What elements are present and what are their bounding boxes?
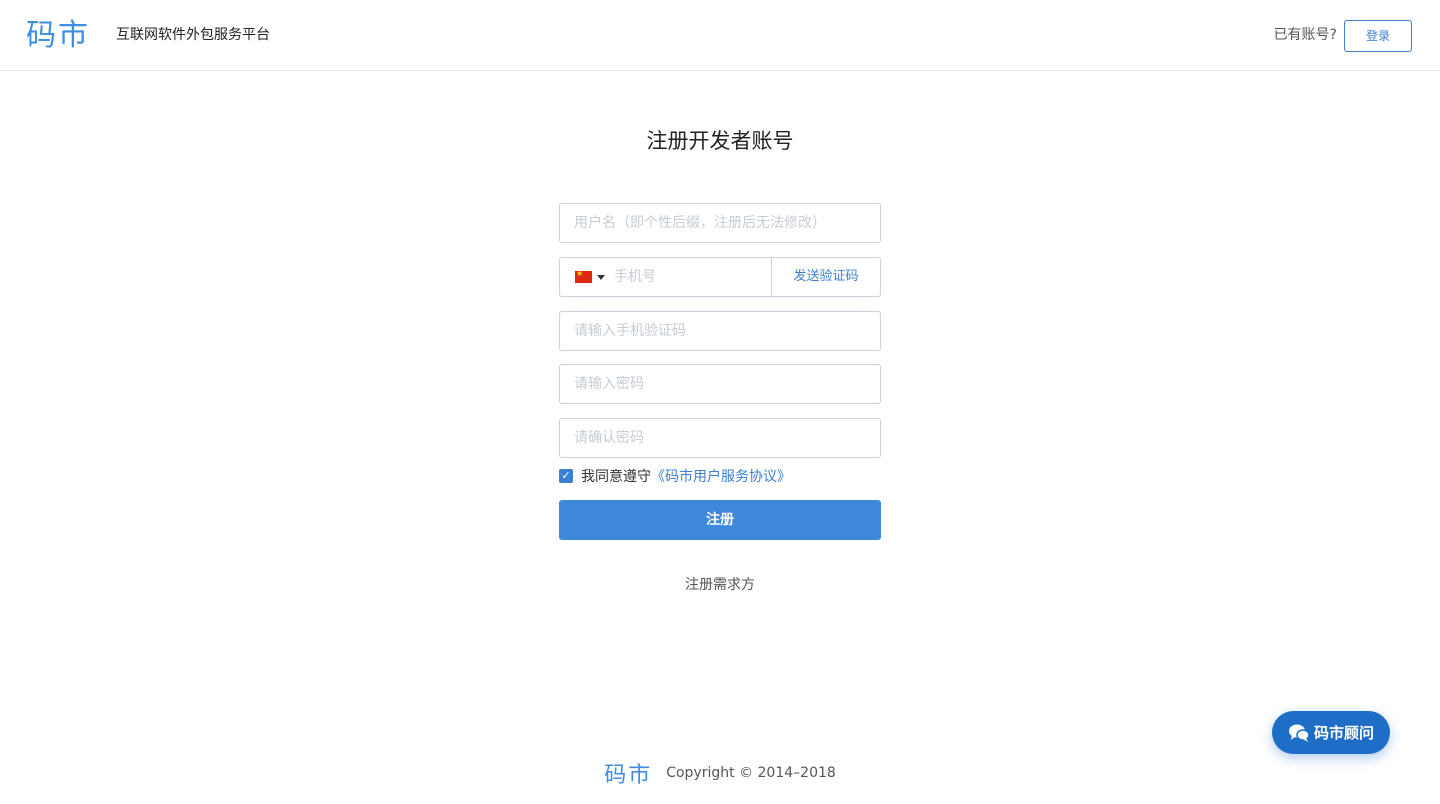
caret-down-icon [597, 274, 605, 280]
login-button[interactable]: 登录 [1344, 20, 1412, 52]
chat-bubbles-icon [1288, 724, 1310, 742]
site-tagline: 互联网软件外包服务平台 [116, 27, 270, 43]
username-input[interactable] [560, 204, 880, 242]
phone-input-wrap [612, 258, 771, 296]
advisor-label: 码市顾问 [1313, 724, 1374, 742]
username-field[interactable] [559, 203, 881, 243]
top-header: 码市 互联网软件外包服务平台 已有账号? 登录 [0, 0, 1440, 71]
user-agreement-link[interactable]: 《码市用户服务协议》 [651, 466, 791, 486]
agree-checkbox[interactable]: ✓ [559, 469, 573, 483]
send-code-button[interactable]: 发送验证码 [771, 258, 880, 296]
phone-field: 发送验证码 [559, 257, 881, 297]
copyright-text: Copyright © 2014–2018 [666, 765, 836, 781]
register-demand-wrap: 注册需求方 [0, 575, 1440, 595]
country-code-select[interactable] [560, 258, 612, 296]
advisor-button[interactable]: 码市顾问 [1272, 711, 1390, 754]
footer: 码市 Copyright © 2014–2018 [0, 758, 1440, 788]
confirm-password-field[interactable] [559, 418, 881, 458]
sms-code-field[interactable] [559, 311, 881, 351]
password-input[interactable] [560, 365, 880, 403]
china-flag-icon [575, 268, 592, 283]
has-account-text: 已有账号? [1273, 27, 1337, 43]
agree-text: 我同意遵守 [581, 469, 651, 485]
sms-code-input[interactable] [560, 312, 880, 350]
password-field[interactable] [559, 364, 881, 404]
register-button[interactable]: 注册 [559, 500, 881, 540]
register-demand-link[interactable]: 注册需求方 [685, 577, 755, 593]
site-logo[interactable]: 码市 [26, 17, 90, 55]
page-title: 注册开发者账号 [646, 129, 794, 153]
confirm-password-input[interactable] [560, 419, 880, 457]
agreement-row: ✓ 我同意遵守 《码市用户服务协议》 [559, 466, 791, 486]
phone-input[interactable] [612, 258, 771, 296]
footer-logo: 码市 [604, 763, 653, 788]
